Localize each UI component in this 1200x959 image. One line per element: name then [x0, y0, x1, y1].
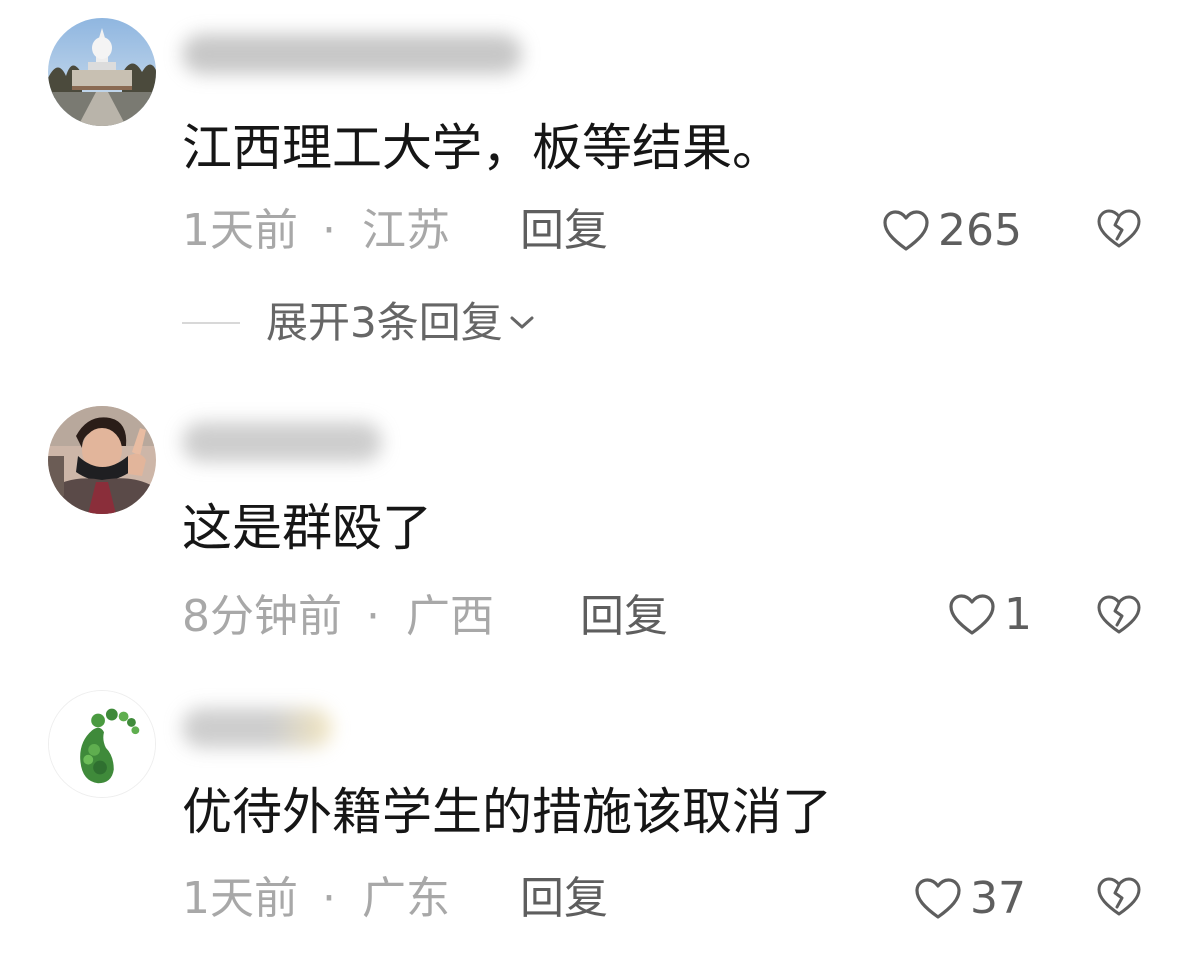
- heart-outline-icon: [883, 210, 929, 251]
- person-selfie-avatar: [48, 406, 156, 514]
- reply-button[interactable]: 回复: [520, 206, 608, 256]
- user-avatar[interactable]: [48, 18, 156, 126]
- username-blurred[interactable]: [182, 34, 522, 74]
- expand-divider: [182, 322, 240, 324]
- comment-time: 8分钟前: [182, 591, 342, 642]
- comment-time: 1天前: [182, 205, 298, 256]
- comment-text: 这是群殴了: [182, 499, 432, 557]
- like-count: 37: [970, 873, 1026, 924]
- like-button[interactable]: 265: [882, 206, 1022, 256]
- comment-meta: 8分钟前 · 广西: [182, 592, 494, 642]
- like-count: 1: [1004, 589, 1032, 640]
- username-blurred[interactable]: [182, 708, 332, 748]
- chevron-down-icon: [510, 316, 534, 329]
- dislike-button[interactable]: [1096, 876, 1142, 922]
- comment-text: 江西理工大学，板等结果。: [182, 119, 782, 177]
- dislike-button[interactable]: [1096, 208, 1142, 254]
- broken-heart-icon: [1097, 209, 1141, 248]
- dislike-button[interactable]: [1096, 594, 1142, 640]
- comment-time: 1天前: [182, 873, 298, 924]
- meta-separator: ·: [322, 873, 336, 924]
- like-count: 265: [938, 205, 1022, 256]
- comment-location: 江苏: [362, 205, 450, 256]
- comment-location: 广东: [362, 873, 450, 924]
- heart-outline-icon: [915, 878, 961, 919]
- comment-location: 广西: [406, 591, 494, 642]
- comment-meta: 1天前 · 江苏: [182, 206, 450, 256]
- green-footprint-avatar: [49, 691, 155, 797]
- user-avatar[interactable]: [48, 690, 156, 798]
- username-blurred[interactable]: [182, 422, 382, 462]
- comment-text: 优待外籍学生的措施该取消了: [182, 783, 832, 841]
- expand-replies-label: 展开3条回复: [266, 298, 503, 347]
- reply-button[interactable]: 回复: [520, 874, 608, 924]
- reply-button[interactable]: 回复: [580, 592, 668, 642]
- comment-meta: 1天前 · 广东: [182, 874, 450, 924]
- like-button[interactable]: 1: [948, 590, 1032, 640]
- pagoda-photo-avatar: [48, 18, 156, 126]
- expand-replies-button[interactable]: 展开3条回复: [182, 296, 535, 350]
- broken-heart-icon: [1097, 877, 1141, 916]
- heart-outline-icon: [949, 594, 995, 635]
- meta-separator: ·: [322, 205, 336, 256]
- broken-heart-icon: [1097, 595, 1141, 634]
- meta-separator: ·: [366, 591, 380, 642]
- comment-item: 江西理工大学，板等结果。 1天前 · 江苏 回复 265 展开3条回复: [0, 0, 1200, 380]
- user-avatar[interactable]: [48, 406, 156, 514]
- like-button[interactable]: 37: [914, 874, 1026, 924]
